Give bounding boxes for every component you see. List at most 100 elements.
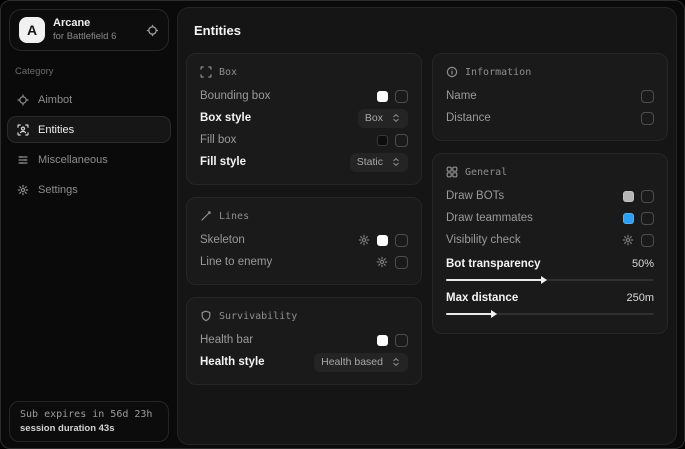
- bot-transparency-slider[interactable]: [446, 279, 654, 281]
- sidebar-item-miscellaneous[interactable]: Miscellaneous: [7, 146, 171, 173]
- slider-labels: Bot transparency50%: [446, 254, 654, 274]
- settings-crosshair-icon[interactable]: [146, 24, 159, 37]
- row-box-style: Box style Box: [200, 107, 408, 129]
- panel-title: General: [465, 167, 507, 178]
- panel-information: Information Name Distance: [432, 53, 668, 141]
- sidebar-item-aimbot[interactable]: Aimbot: [7, 86, 171, 113]
- app-window: A Arcane for Battlefield 6 Category Aimb…: [0, 0, 685, 449]
- unfold-icon: [391, 157, 401, 167]
- gear-icon[interactable]: [376, 256, 388, 268]
- row-label: Fill box: [200, 134, 236, 146]
- sidebar: A Arcane for Battlefield 6 Category Aimb…: [1, 1, 177, 448]
- panel-title: Lines: [219, 211, 249, 222]
- row-controls: [641, 112, 654, 125]
- row-controls: Box: [358, 109, 408, 128]
- session-duration-text: session duration 43s: [20, 423, 158, 434]
- box-style-dropdown[interactable]: Box: [358, 109, 408, 128]
- row-label: Bounding box: [200, 90, 270, 102]
- row-line-to-enemy: Line to enemy: [200, 251, 408, 273]
- name-checkbox[interactable]: [641, 90, 654, 103]
- row-label: Skeleton: [200, 234, 245, 246]
- row-name: Name: [446, 85, 654, 107]
- draw-teammates-checkbox[interactable]: [641, 212, 654, 225]
- row-label: Health bar: [200, 334, 253, 346]
- gear-icon[interactable]: [358, 234, 370, 246]
- row-controls: [622, 234, 654, 247]
- brand-name: Arcane: [53, 17, 138, 30]
- row-distance: Distance: [446, 107, 654, 129]
- visibility-check-checkbox[interactable]: [641, 234, 654, 247]
- slider-fill: [446, 279, 542, 281]
- crosshair-icon: [17, 94, 29, 106]
- row-controls: Health based: [314, 353, 408, 372]
- grid-icon: [17, 154, 29, 166]
- max-distance-slider[interactable]: [446, 313, 654, 315]
- row-controls: [641, 90, 654, 103]
- slider-thumb[interactable]: [491, 310, 497, 318]
- layout-grid-icon: [446, 166, 458, 178]
- scan-person-icon: [17, 124, 29, 136]
- distance-checkbox[interactable]: [641, 112, 654, 125]
- row-label: Line to enemy: [200, 256, 272, 268]
- sidebar-item-label: Entities: [38, 124, 74, 136]
- row-label: Name: [446, 90, 477, 102]
- skeleton-checkbox[interactable]: [395, 234, 408, 247]
- line-to-enemy-checkbox[interactable]: [395, 256, 408, 269]
- panel-general: GeneralDraw BOTsDraw teammatesVisibility…: [432, 153, 668, 334]
- health-style-dropdown[interactable]: Health based: [314, 353, 408, 372]
- color-swatch[interactable]: [623, 191, 634, 202]
- subscription-card: Sub expires in 56d 23h session duration …: [9, 401, 169, 442]
- row-label: Distance: [446, 112, 491, 124]
- row-fill-style: Fill style Static: [200, 151, 408, 173]
- color-swatch[interactable]: [377, 335, 388, 346]
- row-controls: [623, 190, 654, 203]
- sidebar-item-label: Settings: [38, 184, 78, 196]
- row-label: Fill style: [200, 156, 246, 168]
- panel-title: Box: [219, 67, 237, 78]
- panel-title: Information: [465, 67, 531, 78]
- color-swatch[interactable]: [377, 91, 388, 102]
- color-swatch[interactable]: [377, 235, 388, 246]
- panel-survivability: SurvivabilityHealth barHealth styleHealt…: [186, 297, 422, 385]
- sidebar-item-label: Miscellaneous: [38, 154, 108, 166]
- row-label: Visibility check: [446, 234, 521, 246]
- row-controls: [376, 256, 408, 269]
- unfold-icon: [391, 357, 401, 367]
- panel-title: Survivability: [219, 311, 297, 322]
- gear-icon: [17, 184, 29, 196]
- row-max-distance: Max distance250m: [446, 288, 654, 315]
- sidebar-nav: Aimbot Entities Miscellaneous Settings: [1, 86, 177, 203]
- slider-thumb[interactable]: [541, 276, 547, 284]
- sidebar-item-settings[interactable]: Settings: [7, 176, 171, 203]
- sidebar-item-entities[interactable]: Entities: [7, 116, 171, 143]
- page-title: Entities: [194, 23, 660, 38]
- fill-box-checkbox[interactable]: [395, 134, 408, 147]
- info-icon: [446, 66, 458, 78]
- draw-bots-checkbox[interactable]: [641, 190, 654, 203]
- row-controls: [377, 334, 408, 347]
- panel-header: Box: [200, 66, 408, 78]
- dropdown-value: Box: [365, 112, 383, 124]
- panel-columns: Box Bounding box Box style Box Fill box Fill …: [186, 53, 668, 385]
- shield-icon: [200, 310, 212, 322]
- row-bot-transparency: Bot transparency50%: [446, 254, 654, 281]
- row-skeleton: Skeleton: [200, 229, 408, 251]
- gear-icon[interactable]: [622, 234, 634, 246]
- color-swatch[interactable]: [623, 213, 634, 224]
- cheat-menu-window: A Arcane for Battlefield 6 Category Aimb…: [0, 0, 685, 449]
- row-controls: Static: [350, 153, 408, 172]
- bounding-box-checkbox[interactable]: [395, 90, 408, 103]
- slider-label: Max distance: [446, 292, 518, 304]
- row-health-style: Health style Health based: [200, 351, 408, 373]
- row-label: Box style: [200, 112, 251, 124]
- row-health-bar: Health bar: [200, 329, 408, 351]
- row-label: Health style: [200, 356, 265, 368]
- dropdown-value: Health based: [321, 356, 383, 368]
- health-bar-checkbox[interactable]: [395, 334, 408, 347]
- panel-lines: Lines Skeleton Line to enemy: [186, 197, 422, 285]
- color-swatch[interactable]: [377, 135, 388, 146]
- slider-value: 50%: [632, 258, 654, 270]
- fill-style-dropdown[interactable]: Static: [350, 153, 408, 172]
- row-controls: [377, 134, 408, 147]
- row-draw-teammates: Draw teammates: [446, 207, 654, 229]
